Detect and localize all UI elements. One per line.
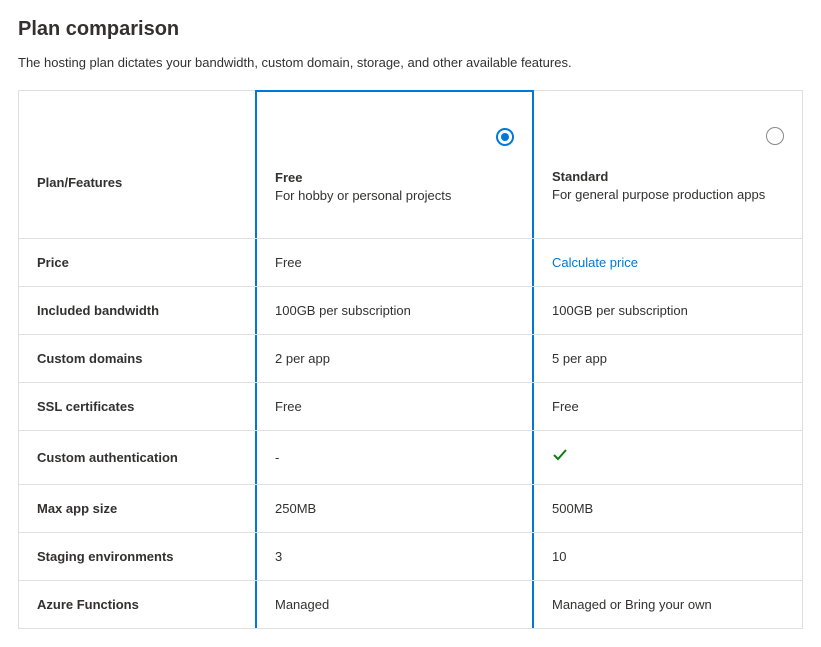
plan-free-name: Free: [275, 170, 514, 185]
label-functions: Azure Functions: [19, 581, 256, 628]
value-appsize-standard: 500MB: [534, 485, 802, 532]
page-subtitle: The hosting plan dictates your bandwidth…: [18, 55, 803, 70]
label-ssl: SSL certificates: [19, 383, 256, 430]
value-ssl-standard: Free: [534, 383, 802, 430]
value-ssl-free: Free: [255, 383, 534, 430]
value-appsize-free: 250MB: [255, 485, 534, 532]
value-price-free: Free: [255, 239, 534, 286]
plan-standard-desc: For general purpose production apps: [552, 187, 784, 202]
row-functions: Azure Functions Managed Managed or Bring…: [19, 580, 802, 628]
label-appsize: Max app size: [19, 485, 256, 532]
label-staging: Staging environments: [19, 533, 256, 580]
value-price-standard: Calculate price: [534, 239, 802, 286]
value-functions-standard: Managed or Bring your own: [534, 581, 802, 628]
row-price: Price Free Calculate price: [19, 238, 802, 286]
plan-standard-radio[interactable]: [766, 127, 784, 145]
row-ssl: SSL certificates Free Free: [19, 382, 802, 430]
table-header-row: Plan/Features Free For hobby or personal…: [19, 91, 802, 238]
value-functions-free: Managed: [255, 581, 534, 628]
row-staging: Staging environments 3 10: [19, 532, 802, 580]
plan-free-radio[interactable]: [496, 128, 514, 146]
row-domains: Custom domains 2 per app 5 per app: [19, 334, 802, 382]
row-appsize: Max app size 250MB 500MB: [19, 484, 802, 532]
checkmark-icon: [552, 447, 784, 468]
row-auth: Custom authentication -: [19, 430, 802, 484]
plan-free-desc: For hobby or personal projects: [275, 188, 514, 203]
plan-standard-name: Standard: [552, 169, 784, 184]
label-bandwidth: Included bandwidth: [19, 287, 256, 334]
row-bandwidth: Included bandwidth 100GB per subscriptio…: [19, 286, 802, 334]
value-domains-free: 2 per app: [255, 335, 534, 382]
label-domains: Custom domains: [19, 335, 256, 382]
features-header-label: Plan/Features: [37, 175, 237, 190]
label-auth: Custom authentication: [19, 431, 256, 484]
page-title: Plan comparison: [18, 18, 803, 41]
plan-standard-header[interactable]: Standard For general purpose production …: [534, 91, 802, 238]
value-auth-standard: [534, 431, 802, 484]
plan-free-header[interactable]: Free For hobby or personal projects: [255, 90, 534, 238]
value-staging-free: 3: [255, 533, 534, 580]
value-domains-standard: 5 per app: [534, 335, 802, 382]
value-bandwidth-standard: 100GB per subscription: [534, 287, 802, 334]
value-staging-standard: 10: [534, 533, 802, 580]
features-column-header: Plan/Features: [19, 91, 256, 238]
value-bandwidth-free: 100GB per subscription: [255, 287, 534, 334]
calculate-price-link[interactable]: Calculate price: [552, 255, 784, 270]
label-price: Price: [19, 239, 256, 286]
plan-comparison-table: Plan/Features Free For hobby or personal…: [18, 90, 803, 629]
value-auth-free: -: [255, 431, 534, 484]
